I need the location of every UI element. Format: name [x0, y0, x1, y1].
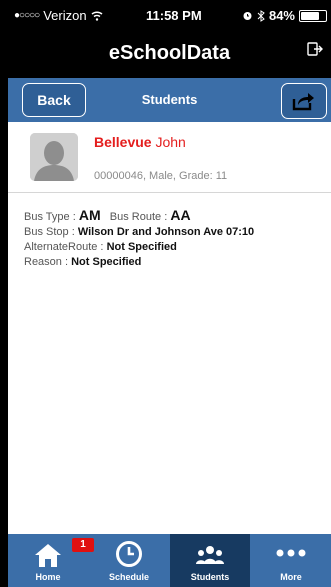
alarm-icon	[243, 12, 252, 20]
tab-students[interactable]: Students	[170, 534, 250, 587]
tab-schedule[interactable]: Schedule	[89, 534, 169, 587]
reason-row: Reason : Not Specified	[24, 255, 254, 270]
more-icon	[276, 549, 306, 557]
bus-stop-row: Bus Stop : Wilson Dr and Johnson Ave 07:…	[24, 225, 254, 240]
logout-icon[interactable]	[307, 42, 323, 61]
reason-value: Not Specified	[71, 256, 142, 268]
clock-time: 11:58 PM	[146, 8, 202, 23]
avatar	[30, 133, 78, 181]
tab-more-label: More	[280, 572, 302, 582]
signal-icon: ●○○○○	[14, 10, 40, 21]
bus-type-row: Bus Type : AM Bus Route : AA	[24, 208, 254, 225]
tab-home[interactable]: 1 Home	[8, 534, 94, 587]
app-title: eSchoolData	[108, 42, 231, 64]
student-last-name: Bellevue	[94, 134, 152, 150]
battery-fill	[301, 11, 320, 20]
status-right: 84%	[242, 8, 327, 23]
students-icon	[196, 546, 224, 564]
bluetooth-icon	[257, 9, 265, 22]
student-info: 00000046, Male, Grade: 11	[94, 170, 228, 182]
reason-label: Reason :	[24, 256, 72, 268]
header: ●○○○○ Verizon 11:58 PM 84% eSchoolData	[8, 0, 331, 78]
bus-stop-label: Bus Stop :	[24, 226, 78, 238]
carrier-label: Verizon	[43, 8, 87, 23]
student-first-name: John	[155, 134, 186, 150]
wifi-icon	[91, 11, 103, 21]
clock-icon	[116, 541, 142, 567]
home-icon	[35, 544, 61, 567]
bus-details: Bus Type : AM Bus Route : AA Bus Stop : …	[24, 208, 254, 270]
tab-bar: 1 Home Schedule Students More	[8, 534, 331, 587]
alternate-route-value: Not Specified	[106, 241, 177, 253]
tab-students-label: Students	[190, 572, 230, 582]
share-icon	[292, 93, 314, 111]
battery-percent: 84%	[268, 8, 295, 23]
bus-stop-value: Wilson Dr and Johnson Ave 07:10	[77, 226, 255, 238]
student-name: Bellevue John	[94, 134, 186, 150]
alternate-route-label: AlternateRoute :	[24, 241, 107, 253]
bus-type-label: Bus Type :	[24, 211, 79, 223]
student-card[interactable]: Bellevue John 00000046, Male, Grade: 11	[8, 122, 331, 193]
tab-home-label: Home	[35, 572, 61, 582]
bus-route-label: Bus Route :	[109, 211, 171, 223]
alternate-route-row: AlternateRoute : Not Specified	[24, 240, 254, 255]
battery-icon	[299, 9, 327, 22]
nav-bar: Back Students	[8, 78, 331, 123]
share-button[interactable]	[281, 83, 327, 119]
bus-route-value: AA	[170, 207, 191, 223]
tab-more[interactable]: More	[251, 534, 331, 587]
bus-type-value: AM	[78, 207, 101, 223]
tab-schedule-label: Schedule	[108, 572, 149, 582]
app-screen: ●○○○○ Verizon 11:58 PM 84% eSchoolData B…	[8, 0, 331, 587]
status-bar: ●○○○○ Verizon 11:58 PM 84%	[8, 0, 331, 30]
carrier-group: ●○○○○ Verizon	[14, 8, 103, 23]
